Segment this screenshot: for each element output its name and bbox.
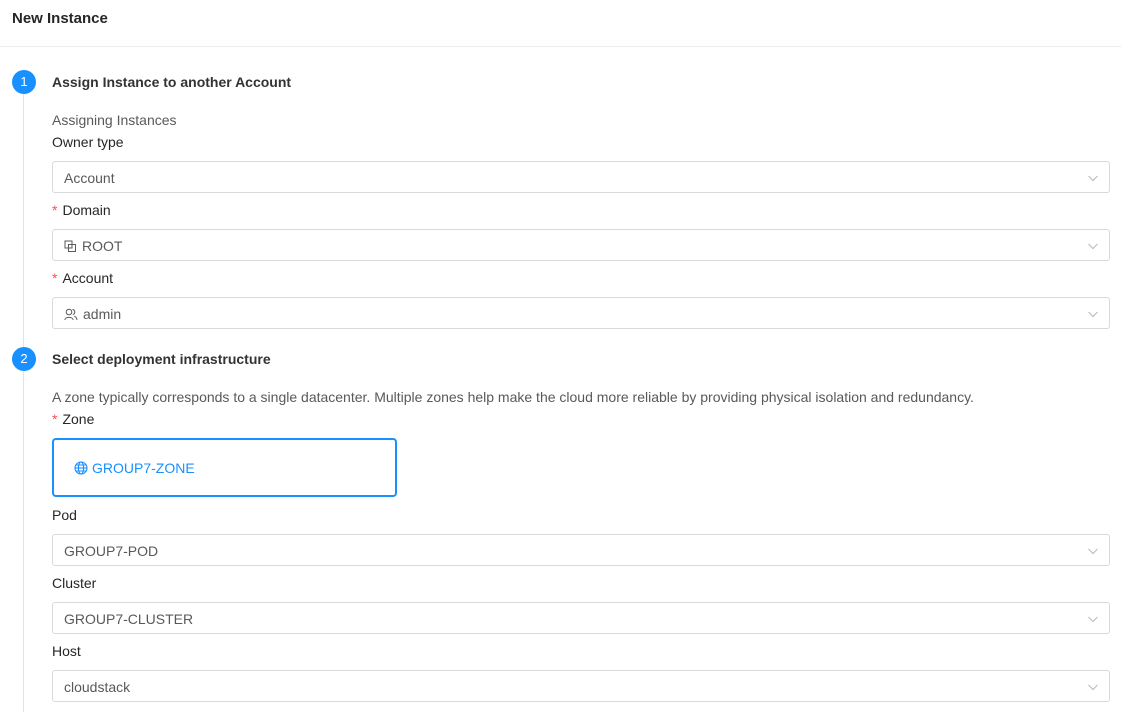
new-instance-page: New Instance 1 Assign Instance to anothe… bbox=[0, 0, 1121, 712]
chevron-down-icon bbox=[1088, 548, 1098, 555]
cluster-select[interactable]: GROUP7-CLUSTER bbox=[52, 602, 1110, 634]
domain-label-text: Domain bbox=[62, 202, 111, 218]
owner-type-value: Account bbox=[64, 169, 115, 187]
page-title: New Instance bbox=[12, 10, 108, 27]
domain-value-text: ROOT bbox=[82, 238, 123, 254]
copy-blocks-icon bbox=[64, 240, 76, 252]
host-select[interactable]: cloudstack bbox=[52, 670, 1110, 702]
host-label: Host bbox=[52, 642, 81, 660]
step-connector-line bbox=[23, 371, 24, 712]
cluster-label: Cluster bbox=[52, 574, 96, 592]
account-select[interactable]: admin bbox=[52, 297, 1110, 329]
account-value: admin bbox=[64, 305, 121, 323]
zone-label-text: Zone bbox=[62, 411, 95, 427]
zone-value-text: GROUP7-ZONE bbox=[92, 460, 195, 476]
account-label-text: Account bbox=[62, 270, 114, 286]
chevron-down-icon bbox=[1088, 311, 1098, 318]
owner-type-select[interactable]: Account bbox=[52, 161, 1110, 193]
zone-label: * Zone bbox=[52, 410, 94, 428]
host-value-text: cloudstack bbox=[64, 679, 131, 695]
team-icon bbox=[64, 308, 78, 320]
globe-icon bbox=[74, 461, 88, 475]
step-1-title: Assign Instance to another Account bbox=[52, 74, 292, 90]
pod-label-text: Pod bbox=[52, 507, 77, 523]
owner-type-label-text: Owner type bbox=[52, 134, 124, 150]
chevron-down-icon bbox=[1088, 175, 1098, 182]
domain-value: ROOT bbox=[64, 237, 122, 255]
pod-label: Pod bbox=[52, 506, 77, 524]
account-label: * Account bbox=[52, 269, 113, 287]
step-2-title: Select deployment infrastructure bbox=[52, 351, 271, 367]
domain-select[interactable]: ROOT bbox=[52, 229, 1110, 261]
step-1-indicator: 1 bbox=[12, 70, 36, 94]
owner-type-value-text: Account bbox=[64, 170, 115, 186]
host-label-text: Host bbox=[52, 643, 81, 659]
chevron-down-icon bbox=[1088, 684, 1098, 691]
step-2-description: A zone typically corresponds to a single… bbox=[52, 389, 974, 405]
step-connector-line bbox=[23, 94, 24, 348]
required-mark: * bbox=[52, 270, 58, 286]
host-value: cloudstack bbox=[64, 678, 130, 696]
required-mark: * bbox=[52, 202, 58, 218]
zone-card-group7-zone[interactable]: GROUP7-ZONE bbox=[52, 438, 397, 497]
cluster-label-text: Cluster bbox=[52, 575, 97, 591]
cluster-value-text: GROUP7-CLUSTER bbox=[64, 611, 194, 627]
cluster-value: GROUP7-CLUSTER bbox=[64, 610, 193, 628]
required-mark: * bbox=[52, 411, 58, 427]
pod-select[interactable]: GROUP7-POD bbox=[52, 534, 1110, 566]
owner-type-label: Owner type bbox=[52, 133, 124, 151]
zone-value: GROUP7-ZONE bbox=[74, 459, 195, 477]
page-header: New Instance bbox=[0, 0, 1121, 47]
domain-label: * Domain bbox=[52, 201, 111, 219]
step-1-description: Assigning Instances bbox=[52, 112, 177, 128]
chevron-down-icon bbox=[1088, 243, 1098, 250]
account-value-text: admin bbox=[83, 306, 122, 322]
pod-value: GROUP7-POD bbox=[64, 542, 158, 560]
step-2-indicator: 2 bbox=[12, 347, 36, 371]
chevron-down-icon bbox=[1088, 616, 1098, 623]
pod-value-text: GROUP7-POD bbox=[64, 543, 159, 559]
